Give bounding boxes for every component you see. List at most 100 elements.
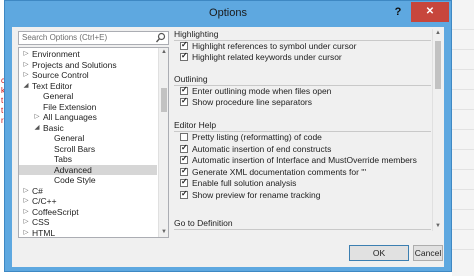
check-icon: ✓ (181, 154, 188, 163)
check-icon: ✓ (181, 40, 188, 49)
checkbox[interactable]: ✓ (180, 165, 188, 176)
section-editor-help: Editor Help (174, 120, 431, 132)
expand-arrow-icon[interactable]: ▷ (22, 49, 30, 60)
expand-arrow-icon[interactable]: ▷ (22, 70, 30, 81)
tree-item-projects-and-solutions[interactable]: ▷ Projects and Solutions (19, 60, 157, 71)
background-editor-right (452, 0, 474, 276)
expand-arrow-icon[interactable]: ▷ (22, 60, 30, 71)
checkbox[interactable]: ✓ (180, 40, 188, 50)
tree-item-css[interactable]: ▷ CSS (19, 217, 157, 228)
section-title: Go to Definition (174, 218, 233, 228)
scroll-up-icon[interactable]: ▲ (433, 29, 442, 38)
checkbox[interactable]: ✓ (180, 142, 188, 153)
dialog-body: Search Options (Ctrl+E) ▷ Environment ▷ Pr… (12, 27, 444, 267)
check-icon: ✓ (181, 142, 188, 152)
checkbox[interactable]: ✓ (180, 154, 188, 164)
tree-item-label: Advanced (54, 164, 92, 175)
checkbox-label: Enter outlining mode when files open (192, 86, 332, 96)
checkbox-label: Enable full solution analysis (192, 178, 297, 188)
tree-item-label: General (54, 133, 85, 143)
check-icon: ✓ (181, 188, 188, 198)
tree-item-label: Basic (43, 122, 64, 133)
collapse-arrow-icon[interactable]: ◢ (22, 81, 30, 92)
expand-arrow-icon[interactable]: ▷ (22, 217, 30, 228)
scroll-down-icon[interactable]: ▼ (159, 228, 168, 237)
check-icon: ✓ (181, 177, 188, 186)
checkbox-label: Generate XML documentation comments for … (192, 166, 367, 177)
checkbox[interactable]: ✓ (180, 177, 188, 187)
tree-item-code-style[interactable]: Code Style (19, 175, 157, 186)
check-icon: ✓ (181, 85, 188, 94)
tree-item-coffeescript[interactable]: ▷ CoffeeScript (19, 207, 157, 218)
tree-item-label: CSS (32, 217, 50, 227)
tree-item-environment[interactable]: ▷ Environment (19, 49, 157, 60)
options-dialog: Options ? ✕ Search Options (Ctrl+E) ▷ Env… (4, 0, 452, 272)
checkbox[interactable]: ✓ (180, 51, 188, 61)
checkbox[interactable] (180, 133, 188, 141)
search-placeholder: Search Options (Ctrl+E) (22, 33, 108, 42)
tree-item-advanced[interactable]: Advanced (19, 164, 157, 175)
checkbox[interactable]: ✓ (180, 85, 188, 95)
settings-panel: Highlighting ✓ Highlight references to s… (174, 29, 442, 233)
checkbox[interactable]: ✓ (180, 188, 188, 199)
checkbox-label: Pretty listing (reformatting) of code (192, 132, 322, 142)
options-tree[interactable]: ▷ Environment ▷ Projects and Solutions ▷ So… (18, 47, 169, 238)
checkbox-label: Show procedure line separators (192, 97, 313, 107)
expand-arrow-icon[interactable]: ▷ (22, 207, 30, 218)
tree-scroll-thumb[interactable] (161, 88, 167, 112)
help-button[interactable]: ? (385, 2, 411, 22)
tree-item-label: Text Editor (32, 80, 73, 91)
tree-item-source-control[interactable]: ▷ Source Control (19, 70, 157, 81)
tree-item-csharp[interactable]: ▷ C# (19, 186, 157, 197)
tree-item-general[interactable]: General (19, 91, 157, 102)
close-button[interactable]: ✕ (411, 2, 449, 22)
collapse-arrow-icon[interactable]: ◢ (33, 123, 41, 134)
tree-item-basic[interactable]: ◢ Basic (19, 123, 157, 134)
expand-arrow-icon[interactable]: ▷ (22, 186, 30, 197)
tree-item-all-languages[interactable]: ▷ All Languages (19, 112, 157, 123)
checkbox-label: Show preview for rename tracking (192, 189, 321, 200)
background-glyph: t (1, 106, 4, 115)
tree-scrollbar[interactable]: ▲ ▼ (158, 48, 168, 237)
tree-item-text-editor[interactable]: ◢ Text Editor (19, 81, 157, 92)
tree-item-label: HTML (32, 227, 56, 238)
search-input[interactable]: Search Options (Ctrl+E) (18, 31, 169, 45)
check-icon: ✓ (181, 96, 188, 105)
check-icon: ✓ (181, 51, 188, 60)
check-icon: ✓ (181, 165, 188, 175)
tree-item-tabs[interactable]: Tabs (19, 154, 157, 165)
tree-item-label: C# (32, 185, 43, 196)
tree-item-label: File Extension (43, 101, 97, 112)
section-go-to-definition: Go to Definition (174, 218, 431, 230)
checkbox-label: Automatic insertion of Interface and Mus… (192, 155, 417, 165)
title-bar[interactable]: Options ? ✕ (5, 1, 451, 27)
tree-item-c-cpp[interactable]: ▷ C/C++ (19, 196, 157, 207)
cancel-button[interactable]: Cancel (413, 245, 443, 261)
expand-arrow-icon[interactable]: ▷ (33, 112, 41, 123)
expand-arrow-icon[interactable]: ▷ (22, 228, 30, 238)
settings-scrollbar[interactable]: ▲ ▼ (432, 29, 442, 231)
checkbox-label: Automatic insertion of end constructs (192, 143, 332, 154)
tree-item-label: Projects and Solutions (32, 59, 117, 70)
background-glyph: t (1, 96, 4, 105)
tree-item-file-extension[interactable]: File Extension (19, 102, 157, 113)
tree-item-label: CoffeeScript (32, 206, 79, 217)
tree-item-scroll-bars[interactable]: Scroll Bars (19, 144, 157, 155)
section-highlighting: Highlighting (174, 29, 431, 41)
checkbox-label: Highlight related keywords under cursor (192, 52, 342, 62)
section-outlining: Outlining (174, 74, 431, 86)
search-icon[interactable] (155, 32, 166, 44)
tree-item-basic-general[interactable]: General (19, 133, 157, 144)
settings-scroll-thumb[interactable] (435, 41, 441, 89)
tree-item-label: Source Control (32, 70, 89, 80)
tree-item-label: Tabs (54, 154, 72, 164)
scroll-down-icon[interactable]: ▼ (433, 222, 442, 231)
tree-item-label: All Languages (43, 112, 97, 122)
ok-button[interactable]: OK (349, 245, 409, 261)
scroll-up-icon[interactable]: ▲ (159, 48, 168, 57)
section-title: Outlining (174, 74, 208, 84)
tree-item-label: C/C++ (32, 196, 57, 206)
expand-arrow-icon[interactable]: ▷ (22, 196, 30, 207)
tree-item-html[interactable]: ▷ HTML (19, 227, 157, 238)
checkbox[interactable]: ✓ (180, 96, 188, 106)
